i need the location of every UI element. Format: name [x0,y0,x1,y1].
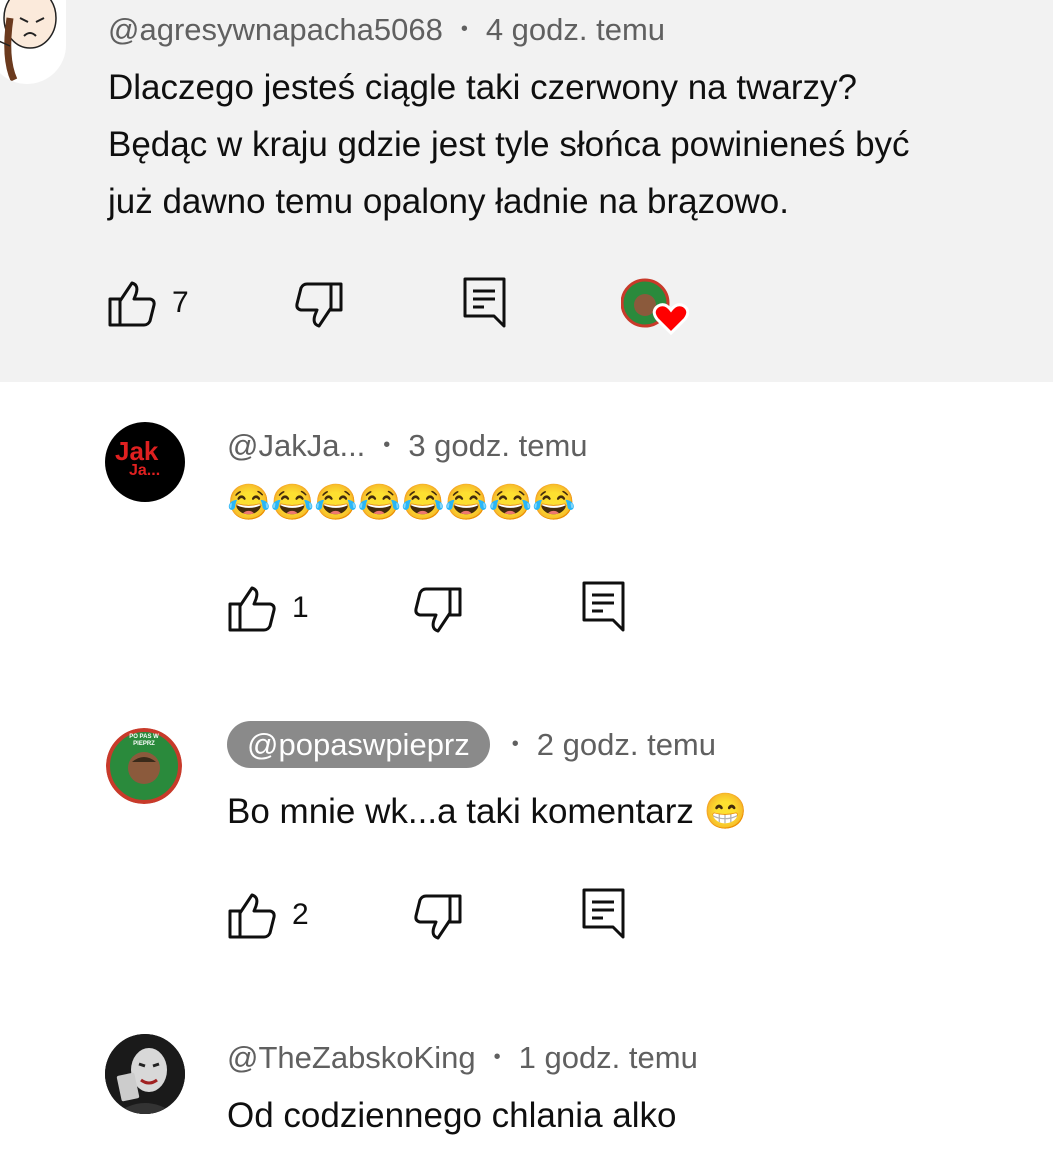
like-button[interactable] [227,891,277,941]
comment-meta: @TheZabskoKing • 1 godz. temu [227,1040,698,1076]
dislike-button[interactable] [413,585,463,635]
author-name[interactable]: @agresywnapacha5068 [108,12,443,47]
comment-text: Bo mnie wk...a taki komentarz 😁 [227,792,748,831]
reply-icon [582,581,625,632]
avatar-ring-text: PO PAS W PIEPRZ [129,734,159,747]
dislike-button[interactable] [294,280,344,330]
avatar-subtext: Ja... [129,462,161,479]
comment-text: Dlaczego jesteś ciągle taki czerwony na … [108,59,910,230]
comment-meta: @popaswpieprz • 2 godz. temu [227,721,716,768]
comment-line: już dawno temu opalony ładnie na brązowo… [108,182,789,221]
comment-meta: @JakJa... • 3 godz. temu [227,428,588,464]
reply-button[interactable] [581,580,627,634]
author-name[interactable]: @JakJa... [227,428,365,463]
separator-dot: • [460,18,468,40]
dislike-button[interactable] [413,892,463,942]
creator-author-badge[interactable]: @popaswpieprz [227,721,490,768]
timestamp[interactable]: 2 godz. temu [537,727,716,762]
comment-meta: @agresywnapacha5068 • 4 godz. temu [108,12,665,48]
comment-text: 😂😂😂😂😂😂😂😂 [227,483,576,522]
like-count: 2 [292,898,309,931]
avatar[interactable]: PO PAS W PIEPRZ [106,728,182,804]
creator-heart[interactable] [621,278,689,338]
reply-button[interactable] [581,887,627,941]
avatar[interactable] [105,1034,185,1114]
like-count: 7 [172,286,189,319]
separator-dot: • [511,733,519,755]
reply-button[interactable] [462,276,508,330]
thumb-down-icon [414,587,462,633]
separator-dot: • [493,1046,501,1068]
thumb-down-icon [414,894,462,940]
author-name[interactable]: @TheZabskoKing [227,1040,476,1075]
thumb-up-icon [108,281,156,327]
timestamp[interactable]: 1 godz. temu [519,1040,698,1075]
like-button[interactable] [227,584,277,634]
reply-icon [582,888,625,939]
creator-heart-icon [652,303,689,336]
thumb-up-icon [228,893,276,939]
thumb-up-icon [228,586,276,632]
separator-dot: • [383,434,391,456]
comment-text: Od codziennego chlania alko [227,1096,677,1135]
timestamp[interactable]: 4 godz. temu [486,12,665,47]
thumb-down-icon [295,282,343,328]
like-count: 1 [292,591,309,624]
like-button[interactable] [107,279,157,329]
timestamp[interactable]: 3 godz. temu [408,428,587,463]
comment-line: Dlaczego jesteś ciągle taki czerwony na … [108,68,857,107]
comment-line: Będąc w kraju gdzie jest tyle słońca pow… [108,125,910,164]
avatar[interactable]: Jak Ja... [105,422,185,502]
reply-icon [463,277,506,328]
